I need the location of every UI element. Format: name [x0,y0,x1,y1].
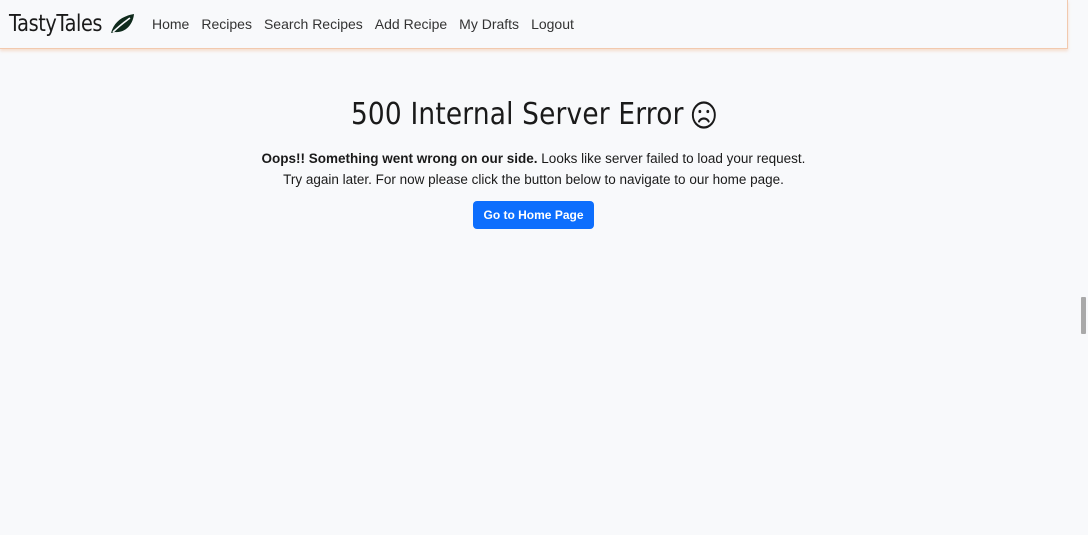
error-title: 500 Internal Server Error [350,100,716,130]
nav-home[interactable]: Home [152,16,189,32]
scrollbar-handle[interactable] [1081,297,1086,334]
leaf-icon [111,14,134,33]
error-message-line1: Oops!! Something went wrong on our side.… [0,148,1067,169]
brand-logo[interactable]: TastyTales [9,10,135,37]
nav-add-recipe[interactable]: Add Recipe [375,16,447,32]
error-message-bold: Oops!! Something went wrong on our side. [261,151,538,166]
brand-name: TastyTales [9,10,103,37]
go-to-home-button[interactable]: Go to Home Page [473,201,594,229]
nav-my-drafts[interactable]: My Drafts [459,16,519,32]
error-content: 500 Internal Server Error Oops!! Somethi… [0,48,1067,229]
error-title-text: 500 Internal Server Error [350,97,684,132]
nav-search-recipes[interactable]: Search Recipes [264,16,363,32]
error-message-rest: Looks like server failed to load your re… [537,151,806,166]
page: TastyTales Home Recipes Search Recipes A… [0,0,1088,535]
nav-recipes[interactable]: Recipes [201,16,252,32]
error-message-line2: Try again later. For now please click th… [283,172,784,187]
frown-face-icon [691,101,716,129]
navbar: TastyTales Home Recipes Search Recipes A… [0,0,1068,49]
error-message: Oops!! Something went wrong on our side.… [0,148,1067,190]
nav-logout[interactable]: Logout [531,16,574,32]
nav-links: Home Recipes Search Recipes Add Recipe M… [152,16,586,32]
